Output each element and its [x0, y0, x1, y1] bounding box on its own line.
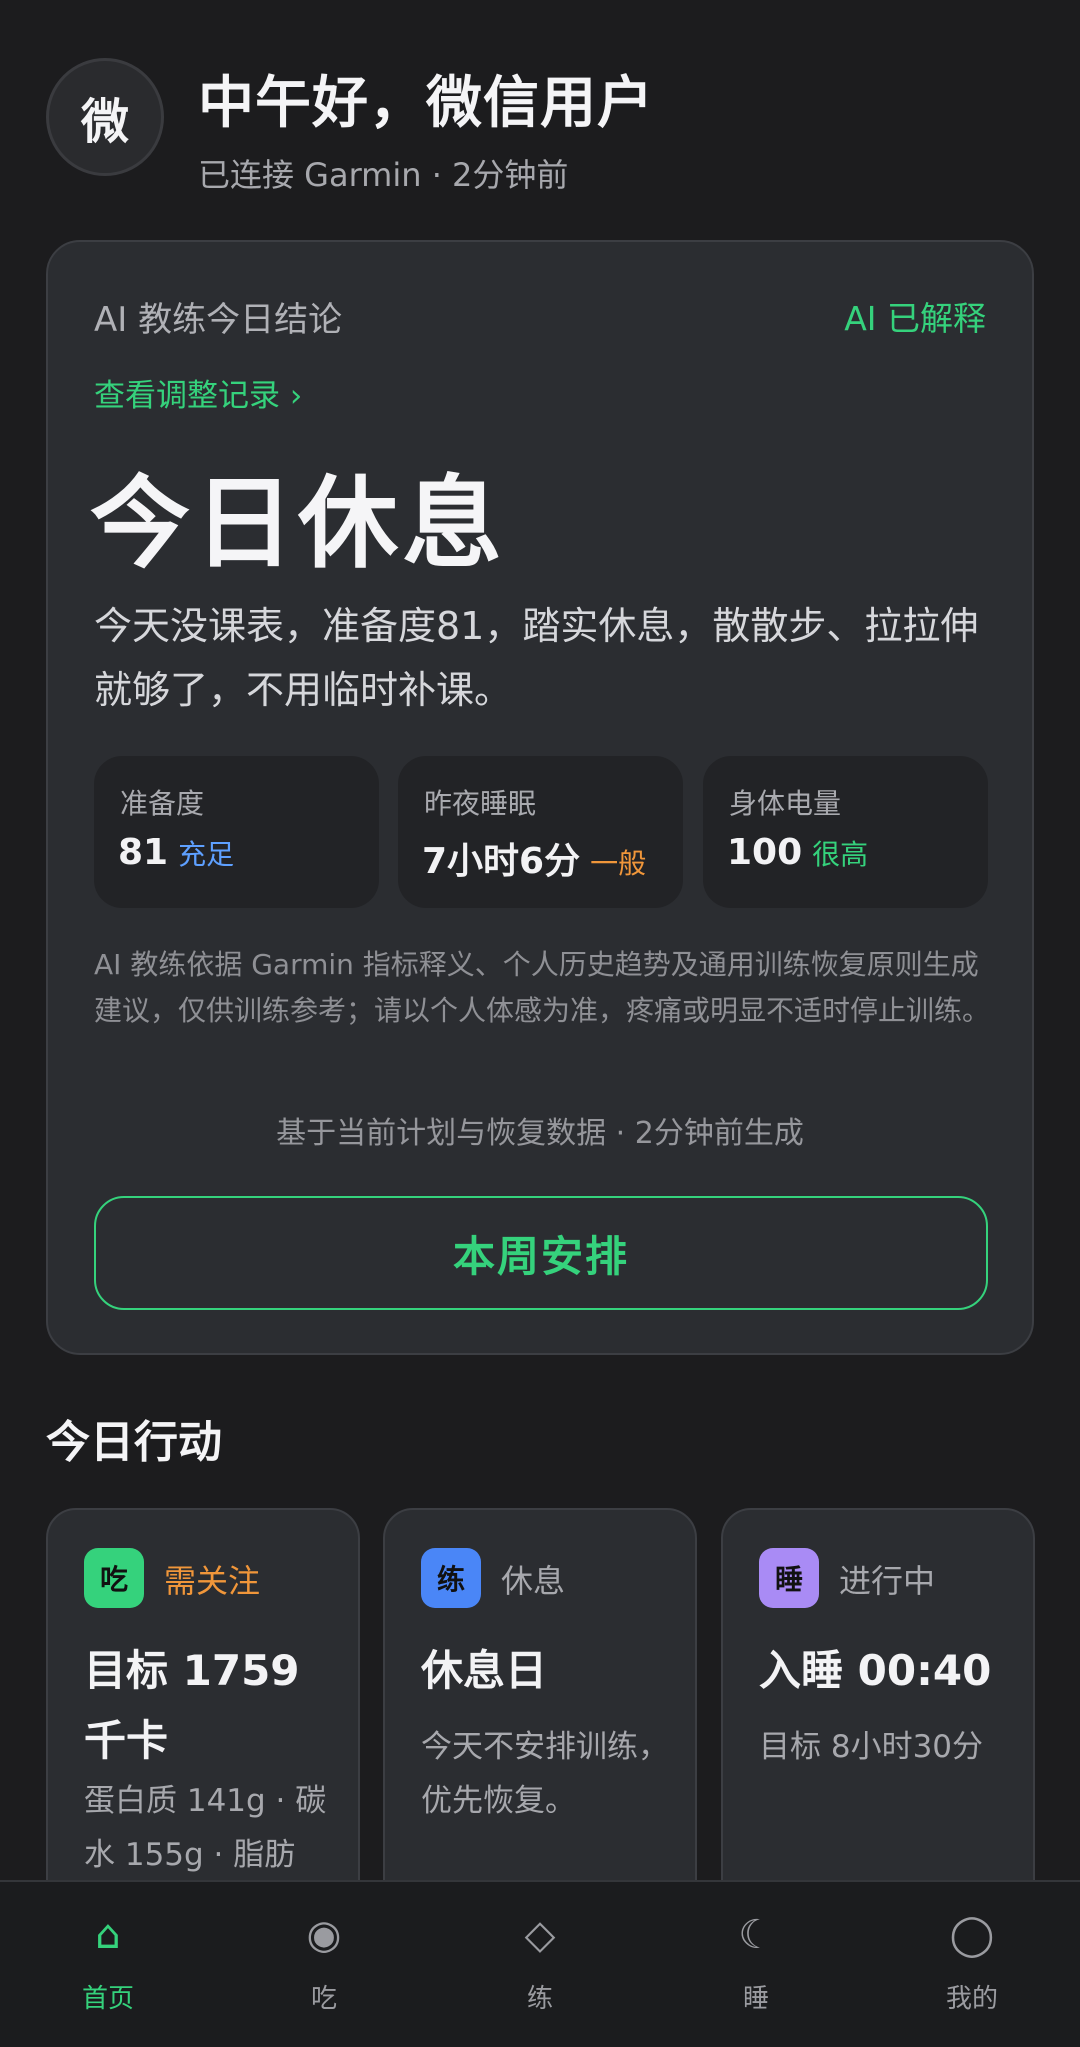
action-desc: 蛋白质 141g · 碳水 155g · 脂肪 — [84, 1783, 327, 1873]
profile-icon: ◯ — [949, 1912, 995, 1958]
nav-item-train[interactable]: ◇ 练 — [432, 1882, 648, 2047]
action-title: 目标 1759 千卡 — [84, 1646, 300, 1765]
avatar[interactable]: 微 — [46, 58, 164, 176]
nav-label: 我的 — [945, 1984, 998, 2014]
nav-item-eat[interactable]: ◉ 吃 — [216, 1882, 432, 2047]
greeting-title: 中午好，微信用户 — [198, 71, 654, 136]
metric-value: 7小时6分 — [422, 841, 581, 882]
nav-item-profile[interactable]: ◯ 我的 — [864, 1882, 1080, 2047]
today-verdict: 今日休息 — [90, 465, 506, 582]
moon-icon: ☾ — [738, 1912, 774, 1958]
verdict-summary: 今天没课表，准备度81，踏实休息，散散步、拉拉伸就够了，不用临时补课。 — [94, 604, 979, 712]
action-title: 入睡 00:40 — [759, 1646, 992, 1695]
home-icon: ⌂ — [95, 1912, 121, 1958]
home-screen: 微 中午好，微信用户 已连接 Garmin · 2分钟前 AI 教练今日结论 A… — [0, 0, 1080, 2047]
nav-item-sleep[interactable]: ☾ 睡 — [648, 1882, 864, 2047]
week-schedule-button[interactable]: 本周安排 — [94, 1196, 988, 1310]
ai-explained-link[interactable]: AI 已解释 — [844, 292, 986, 340]
metric-value: 81 — [118, 832, 169, 873]
nav-label: 吃 — [310, 1984, 337, 2014]
metric-value: 100 — [727, 832, 803, 873]
nav-label: 首页 — [81, 1984, 134, 2014]
action-status: 需关注 — [164, 1562, 261, 1600]
today-actions-title: 今日行动 — [46, 1417, 222, 1468]
action-desc: 今天不安排训练，优先恢复。 — [421, 1729, 669, 1819]
nav-label: 练 — [526, 1984, 553, 2014]
eat-icon: ◉ — [306, 1912, 342, 1958]
nav-label: 睡 — [742, 1984, 769, 2014]
metric-readiness: 准备度 81 充足 — [94, 756, 379, 908]
metric-tag: 很高 — [812, 838, 869, 871]
ai-coach-card: AI 教练今日结论 AI 已解释 查看调整记录 › 今日休息 今天没课表，准备度… — [46, 240, 1034, 1355]
eat-badge-icon: 吃 — [84, 1548, 144, 1608]
action-card-eat[interactable]: 吃 需关注 目标 1759 千卡 蛋白质 141g · 碳水 155g · 脂肪 — [46, 1508, 360, 1928]
header: 微 中午好，微信用户 已连接 Garmin · 2分钟前 — [46, 58, 1036, 194]
action-card-sleep[interactable]: 睡 进行中 入睡 00:40 目标 8小时30分 — [721, 1508, 1035, 1928]
action-desc: 目标 8小时30分 — [759, 1729, 984, 1765]
metric-body-battery: 身体电量 100 很高 — [703, 756, 988, 908]
ai-card-title: AI 教练今日结论 — [94, 300, 343, 340]
bottom-nav: ⌂ 首页 ◉ 吃 ◇ 练 ☾ 睡 ◯ 我的 — [0, 1880, 1080, 2047]
generated-note: 基于当前计划与恢复数据 · 2分钟前生成 — [276, 1116, 804, 1151]
disclaimer-text: AI 教练依据 Garmin 指标释义、个人历史趋势及通用训练恢复原则生成建议，… — [94, 948, 991, 1027]
metric-label: 准备度 — [120, 787, 205, 820]
adjustment-record-link[interactable]: 查看调整记录 › — [94, 370, 302, 415]
action-title: 休息日 — [421, 1646, 548, 1695]
action-status: 进行中 — [839, 1562, 936, 1600]
action-status: 休息 — [501, 1562, 566, 1600]
train-icon: ◇ — [524, 1912, 556, 1958]
connection-status: 已连接 Garmin · 2分钟前 — [198, 156, 569, 194]
metric-label: 身体电量 — [729, 787, 842, 820]
metric-sleep: 昨夜睡眠 7小时6分 一般 — [398, 756, 683, 908]
metric-label: 昨夜睡眠 — [424, 787, 537, 820]
train-badge-icon: 练 — [421, 1548, 481, 1608]
sleep-badge-icon: 睡 — [759, 1548, 819, 1608]
metric-tag: 充足 — [178, 838, 235, 871]
metrics-row: 准备度 81 充足 昨夜睡眠 7小时6分 一般 身体电量 100 很高 — [94, 756, 988, 908]
action-card-train[interactable]: 练 休息 休息日 今天不安排训练，优先恢复。 — [383, 1508, 697, 1928]
metric-tag: 一般 — [590, 847, 647, 880]
metric-value-row: 81 充足 — [118, 832, 234, 873]
metric-value-row: 7小时6分 一般 — [422, 832, 646, 884]
nav-item-home[interactable]: ⌂ 首页 — [0, 1882, 216, 2047]
metric-value-row: 100 很高 — [727, 832, 868, 873]
